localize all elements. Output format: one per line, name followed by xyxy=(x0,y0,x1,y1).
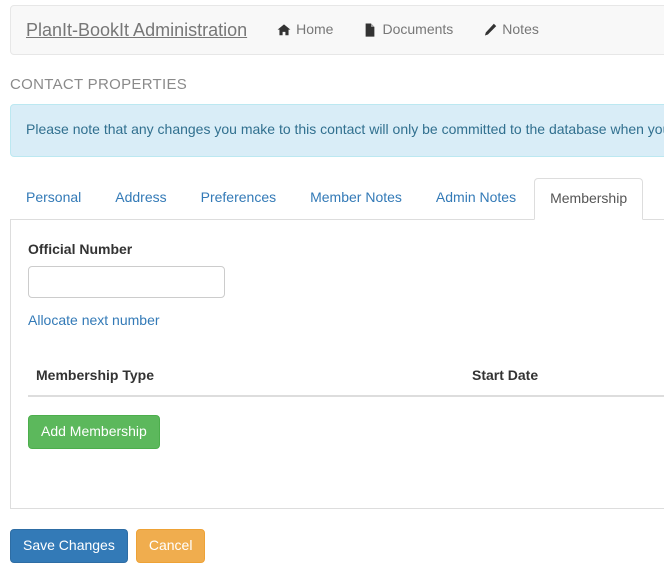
nav-link-home-label: Home xyxy=(296,21,334,37)
column-header-membership-type: Membership Type xyxy=(28,357,464,397)
official-number-input[interactable] xyxy=(28,265,225,298)
membership-table-head: Membership Type Start Date xyxy=(28,357,664,397)
tab-strip: Personal Address Preferences Member Note… xyxy=(10,178,664,220)
nav-link-home[interactable]: Home xyxy=(262,6,348,54)
form-actions: Save Changes Cancel xyxy=(10,529,206,563)
official-number-label: Official Number xyxy=(28,241,133,257)
tab-panel-membership: Official Number Allocate next number Mem… xyxy=(10,220,664,509)
tab-address[interactable]: Address xyxy=(99,177,182,219)
column-header-start-date: Start Date xyxy=(464,357,664,397)
nav-link-documents-label: Documents xyxy=(382,21,454,37)
nav-link-notes[interactable]: Notes xyxy=(468,6,554,54)
table-header-row: Membership Type Start Date xyxy=(28,357,664,397)
cancel-button[interactable]: Cancel xyxy=(135,529,206,563)
add-membership-button[interactable]: Add Membership xyxy=(28,414,160,449)
navbar-links: Home Documents Notes xyxy=(262,6,554,54)
home-icon xyxy=(277,23,291,37)
tab-personal[interactable]: Personal xyxy=(10,177,97,219)
nav-link-notes-label: Notes xyxy=(502,21,539,37)
info-alert: Please note that any changes you make to… xyxy=(10,104,664,157)
navbar-brand[interactable]: PlanIt-BookIt Administration xyxy=(11,20,262,40)
nav-link-documents[interactable]: Documents xyxy=(348,6,468,54)
membership-table: Membership Type Start Date xyxy=(28,357,664,397)
tab-preferences[interactable]: Preferences xyxy=(185,177,292,219)
pencil-icon xyxy=(483,23,497,37)
tab-member-notes[interactable]: Member Notes xyxy=(294,177,418,219)
allocate-next-number-link[interactable]: Allocate next number xyxy=(28,311,160,331)
navbar: PlanIt-BookIt Administration Home Docume… xyxy=(10,5,664,55)
tab-membership[interactable]: Membership xyxy=(534,178,644,220)
page-root: PlanIt-BookIt Administration Home Docume… xyxy=(0,0,664,569)
page-title: CONTACT PROPERTIES xyxy=(10,76,188,93)
save-changes-button[interactable]: Save Changes xyxy=(10,529,128,563)
file-icon xyxy=(363,23,377,37)
tab-admin-notes[interactable]: Admin Notes xyxy=(420,177,532,219)
